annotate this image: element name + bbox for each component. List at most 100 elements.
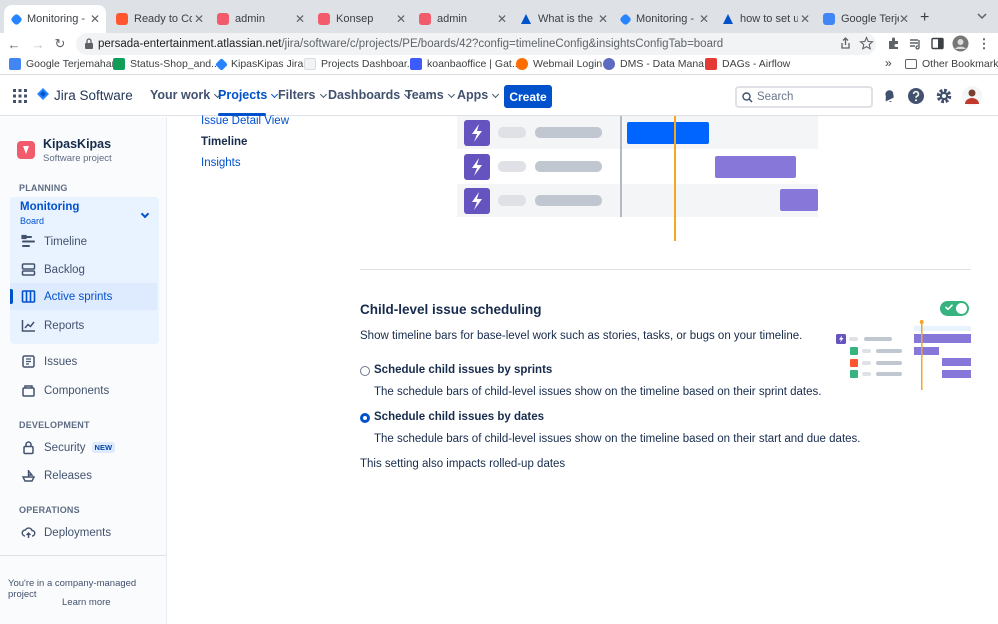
bookmark-item[interactable]: Projects Dashboar... (304, 58, 416, 70)
bookmark-item[interactable]: Status-Shop_and... (113, 58, 220, 70)
bookmark-star-icon[interactable] (859, 36, 874, 51)
timeline-illustration (457, 116, 818, 241)
lock-icon[interactable] (84, 38, 94, 49)
child-scheduling-toggle[interactable] (940, 301, 969, 316)
radio-schedule-by-dates[interactable] (360, 413, 370, 423)
project-name[interactable]: KipasKipas (43, 137, 111, 151)
close-tab-icon[interactable]: ✕ (800, 12, 810, 26)
tab-title: What is the tir (538, 13, 596, 25)
cloud-upload-icon (21, 525, 36, 540)
option-label-dates[interactable]: Schedule child issues by dates (374, 411, 544, 423)
bookmark-item[interactable]: DAGs - Airflow (705, 58, 790, 70)
browser-tab[interactable]: Monitoring - M ✕ (4, 5, 106, 33)
operations-section-title: OPERATIONS (19, 505, 80, 515)
bookmark-item[interactable]: Webmail Login (516, 58, 602, 70)
webmail-icon (516, 58, 528, 70)
sidebar-item-deployments[interactable]: Deployments (10, 519, 157, 546)
nav-apps[interactable]: Apps (457, 88, 498, 102)
nav-dashboards[interactable]: Dashboards (328, 88, 410, 102)
google-translate-favicon-icon (823, 13, 835, 25)
close-tab-icon[interactable]: ✕ (396, 12, 406, 26)
create-button[interactable]: Create (504, 85, 552, 108)
google-translate-icon (9, 58, 21, 70)
close-tab-icon[interactable]: ✕ (497, 12, 507, 26)
browser-tab[interactable]: Ready to Code ✕ (108, 5, 210, 33)
extensions-icon[interactable] (886, 36, 901, 51)
sidebar-item-timeline[interactable]: Timeline (10, 228, 157, 255)
bookmark-item[interactable]: Google Terjemahan (9, 58, 117, 70)
backlog-icon (21, 262, 36, 277)
bookmark-item[interactable]: DMS - Data Mana... (603, 58, 713, 70)
search-input[interactable]: Search (735, 86, 873, 108)
project-avatar[interactable] (17, 141, 35, 159)
sheets-icon (113, 58, 125, 70)
browser-tab[interactable]: Google Terjem ✕ (815, 5, 915, 33)
bookmark-item[interactable]: KipasKipas Jira (217, 58, 303, 70)
app-switcher-icon[interactable] (13, 89, 27, 103)
tab-title: Monitoring - M (27, 13, 85, 25)
learn-more-link[interactable]: Learn more (62, 597, 111, 608)
tab-title: admin (437, 13, 495, 25)
bookmark-label: DMS - Data Mana... (620, 58, 713, 70)
sidebar-item-issues[interactable]: Issues (10, 348, 157, 375)
sidebar-item-security[interactable]: Security NEW (10, 434, 157, 461)
product-name: Jira Software (54, 88, 133, 103)
sidebar-item-active-sprints[interactable]: Active sprints (10, 283, 157, 310)
sidebar-item-reports[interactable]: Reports (10, 312, 157, 339)
browser-tab[interactable]: Konsep ✕ (310, 5, 412, 33)
back-icon[interactable]: ← (6, 36, 22, 52)
close-tab-icon[interactable]: ✕ (699, 12, 709, 26)
nav-label: Apps (457, 88, 488, 102)
notifications-icon[interactable] (880, 87, 898, 105)
settings-nav-issue-detail-view[interactable]: Issue Detail View (201, 115, 289, 127)
tab-search-icon[interactable] (976, 10, 988, 22)
help-icon[interactable] (907, 87, 925, 105)
sidebar-item-components[interactable]: Components (10, 377, 157, 404)
other-bookmarks[interactable]: Other Bookmarks (905, 58, 998, 70)
close-tab-icon[interactable]: ✕ (899, 12, 909, 26)
browser-tab[interactable]: how to set up ✕ (714, 5, 816, 33)
app-favicon-icon (318, 13, 330, 25)
sidebar-item-releases[interactable]: Releases (10, 462, 157, 489)
settings-nav-insights[interactable]: Insights (201, 157, 241, 169)
option-label-sprints[interactable]: Schedule child issues by sprints (374, 364, 552, 376)
share-icon[interactable] (838, 36, 853, 51)
bookmark-item[interactable]: koanbaoffice | Gat... (410, 58, 521, 70)
components-icon (21, 383, 36, 398)
forward-icon[interactable]: → (30, 36, 46, 52)
close-tab-icon[interactable]: ✕ (295, 12, 305, 26)
nav-your-work[interactable]: Your work (150, 88, 220, 102)
browser-tab[interactable]: admin ✕ (411, 5, 513, 33)
profile-avatar-icon[interactable] (952, 35, 969, 52)
address-bar[interactable]: persada-entertainment.atlassian.net/jira… (76, 33, 876, 55)
board-subtitle: Board (20, 216, 44, 226)
browser-tab[interactable]: What is the tir ✕ (512, 5, 614, 33)
sidebar-item-label: Timeline (44, 236, 87, 248)
settings-nav-timeline[interactable]: Timeline (201, 136, 247, 148)
project-logo-icon (17, 141, 35, 159)
nav-teams[interactable]: Teams (405, 88, 454, 102)
new-tab-icon[interactable]: + (920, 9, 929, 27)
close-tab-icon[interactable]: ✕ (598, 12, 608, 26)
radio-schedule-by-sprints[interactable] (360, 366, 370, 376)
browser-menu-icon[interactable]: ⋮ (976, 36, 992, 52)
nav-projects[interactable]: Projects (218, 88, 277, 102)
board-switcher[interactable]: Monitoring (20, 201, 79, 213)
bookmarks-overflow[interactable]: » (885, 56, 892, 70)
browser-tab[interactable]: admin ✕ (209, 5, 311, 33)
nav-label: Filters (278, 88, 316, 102)
nav-filters[interactable]: Filters (278, 88, 326, 102)
jira-logo[interactable]: Jira Software (36, 87, 133, 103)
settings-gear-icon[interactable] (935, 87, 953, 105)
jira-icon (215, 58, 228, 71)
close-tab-icon[interactable]: ✕ (90, 12, 100, 26)
sidebar-item-backlog[interactable]: Backlog (10, 256, 157, 283)
user-avatar-icon[interactable] (962, 86, 982, 106)
reload-icon[interactable]: ↻ (52, 36, 68, 52)
bookmark-label: Google Terjemahan (26, 58, 117, 70)
side-panel-icon[interactable] (930, 36, 945, 51)
bookmark-label: DAGs - Airflow (722, 58, 790, 70)
close-tab-icon[interactable]: ✕ (194, 12, 204, 26)
browser-tab[interactable]: Monitoring - A ✕ (613, 5, 715, 33)
media-control-icon[interactable] (908, 36, 923, 51)
